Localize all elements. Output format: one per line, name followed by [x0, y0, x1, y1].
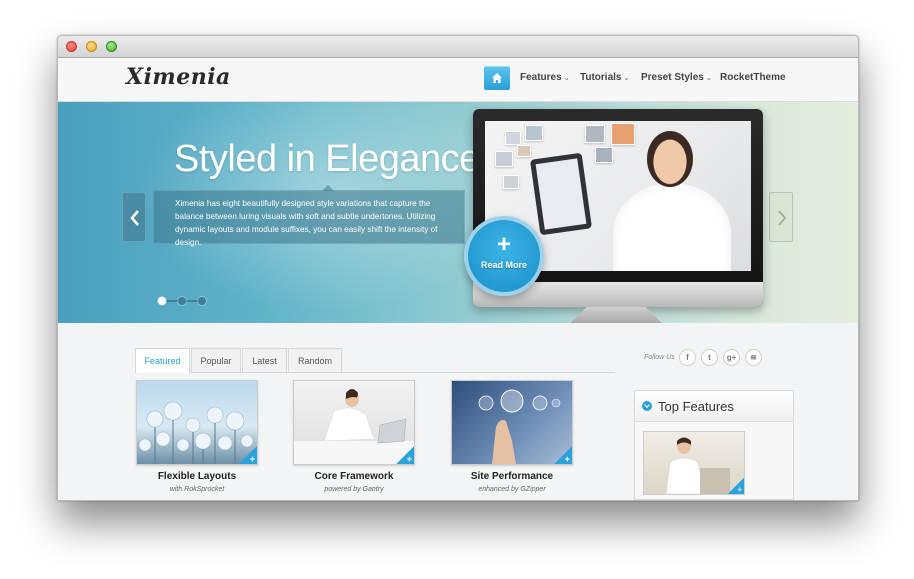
content-tabs: Featured Popular Latest Random — [135, 346, 615, 373]
google-plus-icon[interactable]: g+ — [723, 349, 740, 366]
hero-slider: Styled in Elegance Ximenia has eight bea… — [58, 102, 858, 323]
chevron-down-icon: ⌄ — [705, 75, 712, 82]
nav-item-features[interactable]: Features ⌄ — [520, 72, 570, 83]
follow-us-label: Follow Us — [644, 354, 675, 361]
feature-subtitle: powered by Gantry — [324, 486, 384, 493]
nav-item-label: Features — [520, 72, 562, 83]
expand-icon[interactable]: + — [239, 446, 257, 464]
tab-random[interactable]: Random — [288, 348, 342, 372]
feature-title[interactable]: Site Performance — [451, 471, 573, 482]
chevron-down-icon: ⌄ — [563, 75, 570, 82]
tab-popular[interactable]: Popular — [191, 348, 241, 372]
tablet-image — [529, 152, 593, 236]
feature-subtitle: with RokSprocket — [169, 486, 225, 493]
top-features-title: Top Features — [658, 399, 734, 414]
plus-icon: + — [496, 231, 511, 258]
slider-dot-2[interactable] — [178, 297, 186, 305]
nav-item-label: Preset Styles — [641, 72, 704, 83]
slider-pagination — [158, 295, 206, 307]
top-features-module: Top Features + — [634, 390, 794, 500]
top-features-header: Top Features — [635, 391, 793, 422]
feature-thumb-flexible-layouts[interactable]: + — [136, 380, 258, 465]
home-button[interactable] — [484, 66, 510, 90]
feature-thumb-site-performance[interactable]: + — [451, 380, 573, 465]
tab-latest[interactable]: Latest — [242, 348, 287, 372]
top-features-thumb[interactable]: + — [643, 431, 745, 495]
feature-title[interactable]: Core Framework — [293, 471, 415, 482]
hero-description-box: Ximenia has eight beautifully designed s… — [153, 185, 465, 247]
chevron-down-icon: ⌄ — [623, 75, 630, 82]
rss-icon[interactable]: ≋ — [745, 349, 762, 366]
site-logo[interactable]: Ximenia — [126, 64, 231, 90]
expand-icon[interactable]: + — [728, 478, 744, 494]
read-more-button[interactable]: + Read More — [464, 216, 544, 296]
nav-item-label: RocketTheme — [720, 72, 786, 83]
slider-dot-3[interactable] — [198, 297, 206, 305]
nav-item-label: Tutorials — [580, 72, 622, 83]
content-area: Featured Popular Latest Random Follow Us… — [58, 324, 858, 500]
nav-item-preset-styles[interactable]: Preset Styles ⌄ — [641, 72, 712, 83]
woman-photo — [613, 183, 731, 271]
expand-icon[interactable]: + — [396, 446, 414, 464]
minimize-window-button[interactable] — [86, 41, 97, 52]
tab-featured[interactable]: Featured — [135, 348, 190, 373]
slider-next-button[interactable] — [769, 192, 793, 242]
read-more-label: Read More — [480, 260, 527, 270]
hero-title: Styled in Elegance — [174, 138, 480, 180]
feature-thumb-core-framework[interactable]: + — [293, 380, 415, 465]
slider-dot-1[interactable] — [158, 297, 166, 305]
nav-item-rockettheme[interactable]: RocketTheme — [720, 72, 786, 83]
home-icon — [492, 73, 502, 83]
close-window-button[interactable] — [66, 41, 77, 52]
nav-item-tutorials[interactable]: Tutorials ⌄ — [580, 72, 629, 83]
feature-subtitle: enhanced by GZipper — [478, 486, 546, 493]
feature-title[interactable]: Flexible Layouts — [136, 471, 258, 482]
chevron-circle-icon — [642, 401, 652, 411]
facebook-icon[interactable]: f — [679, 349, 696, 366]
site-header: Ximenia Features ⌄ Tutorials ⌄ Preset Styl… — [58, 58, 858, 102]
browser-window: Ximenia Features ⌄ Tutorials ⌄ Preset Styl… — [57, 35, 859, 501]
slider-prev-button[interactable] — [122, 192, 146, 242]
expand-icon[interactable]: + — [554, 446, 572, 464]
zoom-window-button[interactable] — [106, 41, 117, 52]
window-titlebar — [58, 36, 858, 58]
twitter-icon[interactable]: t — [701, 349, 718, 366]
chevron-right-icon — [778, 210, 787, 226]
hero-description: Ximenia has eight beautifully designed s… — [175, 199, 438, 247]
monitor-stand — [570, 307, 662, 323]
chevron-left-icon — [130, 210, 139, 226]
